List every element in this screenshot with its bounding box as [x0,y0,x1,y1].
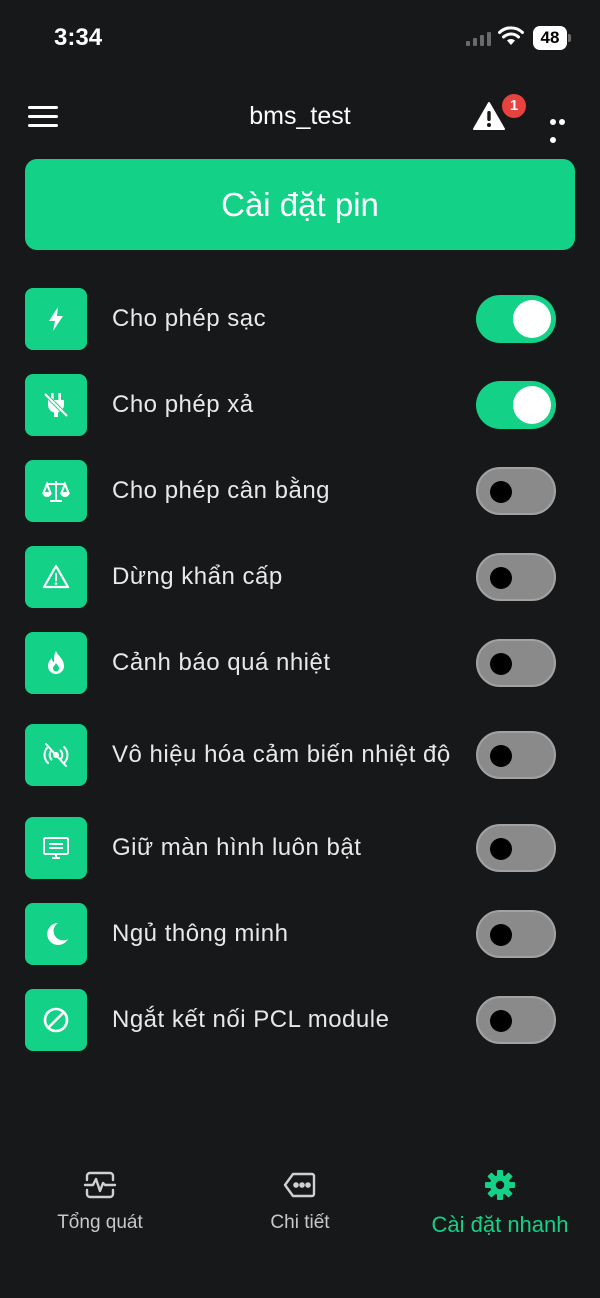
setting-row-disable-temp-sensor: Vô hiệu hóa cảm biến nhiệt độ [25,724,575,786]
battery-level: 48 [533,26,567,50]
setting-label: Cảnh báo quá nhiệt [112,649,331,676]
warning-icon [25,546,87,608]
status-time: 3:34 [54,24,103,51]
wifi-icon [498,26,524,45]
emergency-stop-toggle[interactable] [476,553,556,601]
overheat-warning-toggle[interactable] [476,639,556,687]
moon-icon [25,903,87,965]
bottom-navigation: Tổng quát Chi tiết Cài đặt nhanh [0,1160,600,1250]
plug-off-icon [25,374,87,436]
tab-details[interactable]: Chi tiết [200,1160,400,1240]
setting-label: Cho phép xả [112,391,254,418]
battery-icon: 48 [533,26,571,50]
app-header: bms_test 1 [0,90,600,146]
setting-label: Cho phép cân bằng [112,477,331,504]
tag-dots-icon [283,1172,316,1198]
more-options-icon[interactable] [550,112,576,143]
sensor-off-icon [25,724,87,786]
allow-balance-toggle[interactable] [476,467,556,515]
setting-row-allow-balance: Cho phép cân bằng [25,460,575,522]
battery-settings-button[interactable]: Cài đặt pin [25,159,575,250]
alert-triangle-icon[interactable] [472,100,506,132]
monitor-icon [25,817,87,879]
keep-screen-on-toggle[interactable] [476,824,556,872]
lightning-icon [25,288,87,350]
setting-row-keep-screen-on: Giữ màn hình luôn bật [25,817,575,879]
setting-row-smart-sleep: Ngủ thông minh [25,903,575,965]
setting-row-allow-charge: Cho phép sạc [25,288,575,350]
setting-row-overheat-warning: Cảnh báo quá nhiệt [25,632,575,694]
setting-label: Giữ màn hình luôn bật [112,834,362,861]
setting-label: Dừng khẩn cấp [112,563,283,590]
setting-row-emergency-stop: Dừng khẩn cấp [25,546,575,608]
setting-row-disconnect-pcl: Ngắt kết nối PCL module [25,989,575,1051]
disable-temp-sensor-toggle[interactable] [476,731,556,779]
status-bar: 3:34 48 [0,0,600,78]
smart-sleep-toggle[interactable] [476,910,556,958]
allow-charge-toggle[interactable] [476,295,556,343]
scale-icon [25,460,87,522]
fire-icon [25,632,87,694]
tab-label: Cài đặt nhanh [431,1212,569,1237]
tab-overview[interactable]: Tổng quát [0,1160,200,1240]
setting-label: Ngắt kết nối PCL module [112,1006,390,1033]
cellular-signal-icon [466,32,491,46]
setting-label: Cho phép sạc [112,305,267,332]
setting-row-allow-discharge: Cho phép xả [25,374,575,436]
tab-label: Chi tiết [270,1212,330,1233]
gear-icon [485,1170,515,1200]
allow-discharge-toggle[interactable] [476,381,556,429]
block-icon [25,989,87,1051]
disconnect-pcl-toggle[interactable] [476,996,556,1044]
setting-label: Ngủ thông minh [112,920,289,947]
tab-label: Tổng quát [57,1212,143,1233]
alert-count-badge: 1 [502,94,526,118]
pulse-monitor-icon [83,1171,117,1199]
setting-label: Vô hiệu hóa cảm biến nhiệt độ [112,741,451,768]
tab-quick-settings[interactable]: Cài đặt nhanh [400,1160,600,1240]
